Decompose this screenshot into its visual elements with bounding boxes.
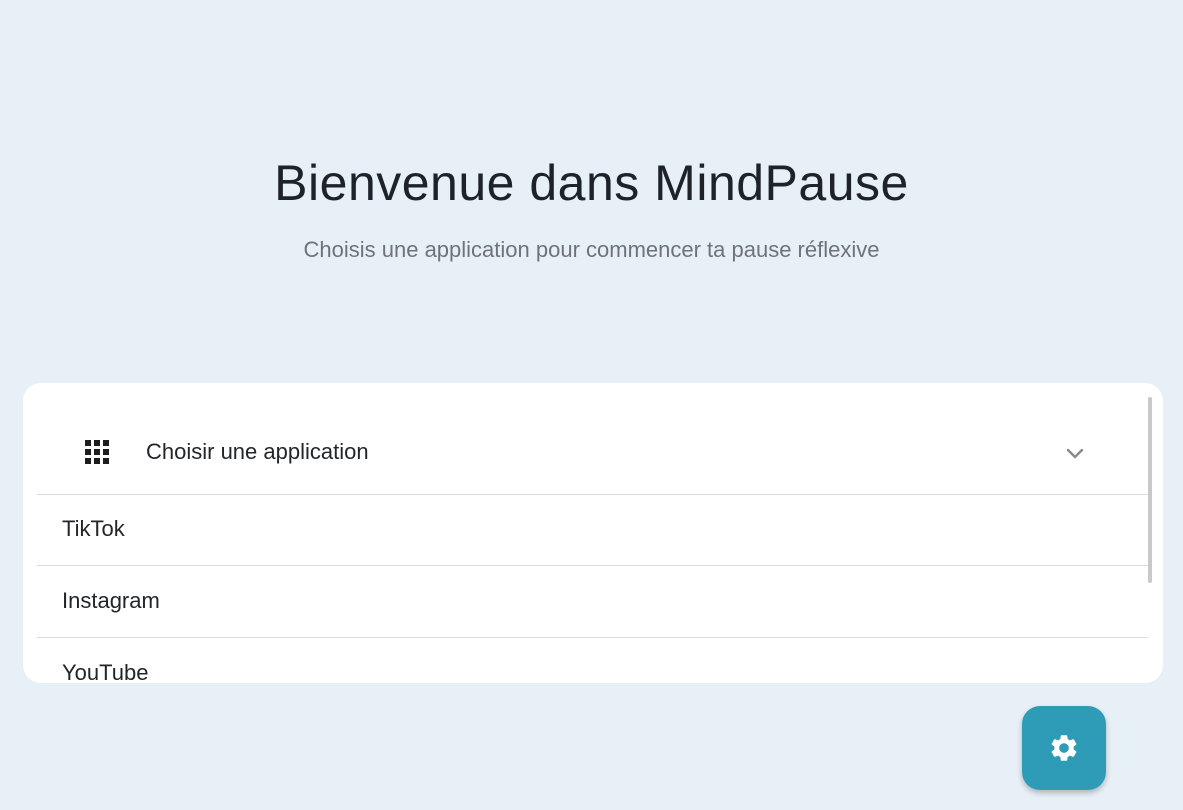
chevron-down-icon (1066, 448, 1084, 459)
app-option-tiktok[interactable]: TikTok (37, 494, 1148, 566)
settings-button[interactable] (1022, 706, 1106, 790)
app-option-instagram[interactable]: Instagram (37, 566, 1148, 638)
grid-icon (85, 440, 109, 464)
app-selector-dropdown[interactable]: Choisir une application (37, 383, 1148, 495)
app-option-label: YouTube (62, 660, 149, 683)
app-option-label: TikTok (62, 516, 125, 541)
app-selector-label: Choisir une application (146, 439, 369, 464)
app-option-youtube[interactable]: YouTube (37, 638, 1148, 683)
app-options-list: TikTok Instagram YouTube (37, 494, 1148, 683)
list-scrollbar[interactable] (1148, 397, 1152, 583)
page-title: Bienvenue dans MindPause (274, 155, 909, 211)
app-option-label: Instagram (62, 588, 160, 613)
app-selector-card: Choisir une application TikTok Instagram… (23, 383, 1163, 683)
gear-icon (1051, 735, 1077, 761)
home-screen: Bienvenue dans MindPause Choisis une app… (0, 0, 1183, 810)
page-subtitle: Choisis une application pour commencer t… (303, 237, 880, 262)
